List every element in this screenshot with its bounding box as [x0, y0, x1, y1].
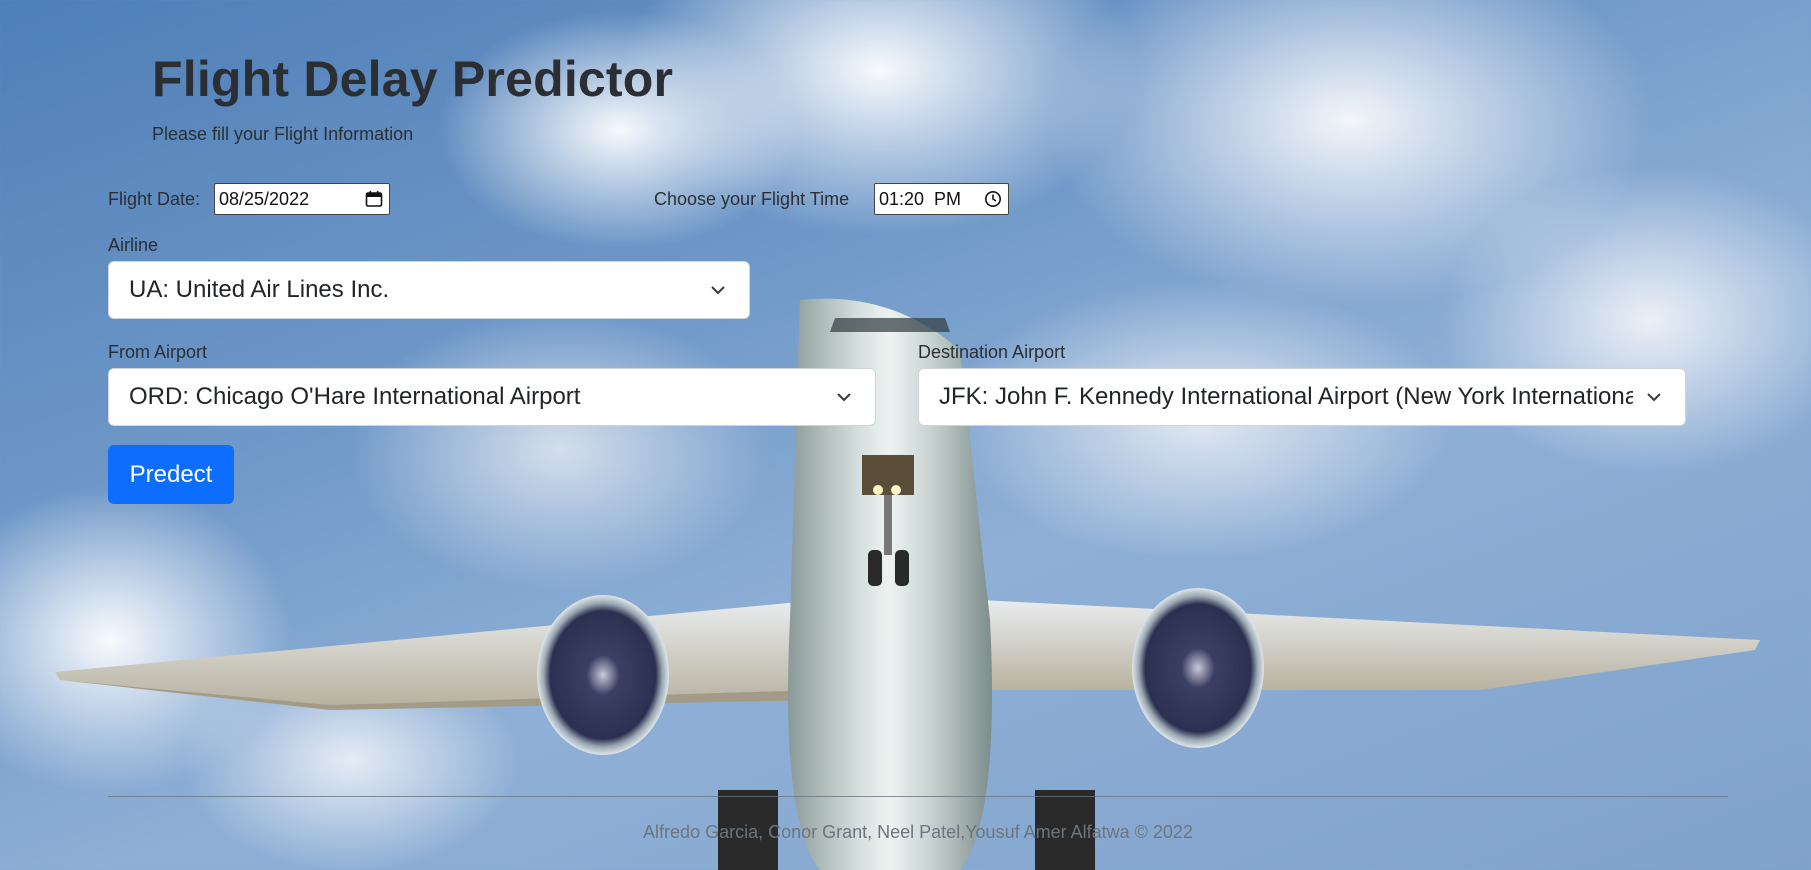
footer-divider	[108, 796, 1728, 797]
flight-date-value: 08/25/2022	[219, 188, 310, 209]
chevron-down-icon	[833, 386, 855, 408]
page-subtitle: Please fill your Flight Information	[152, 124, 414, 144]
airline-label: Airline	[108, 235, 159, 255]
flight-time-value: 01:20 PM	[879, 188, 962, 209]
chevron-down-icon	[1643, 386, 1665, 408]
destination-airport-label: Destination Airport	[918, 342, 1066, 362]
destination-airport-select[interactable]: JFK: John F. Kennedy International Airpo…	[918, 368, 1686, 426]
calendar-icon[interactable]	[363, 188, 385, 210]
from-airport-selected-value: ORD: Chicago O'Hare International Airpor…	[129, 383, 581, 410]
flight-time-label: Choose your Flight Time	[654, 189, 850, 209]
flight-date-label: Flight Date:	[108, 189, 201, 209]
clock-icon[interactable]	[982, 188, 1004, 210]
from-airport-select[interactable]: ORD: Chicago O'Hare International Airpor…	[108, 368, 876, 426]
predict-button[interactable]: Predect	[108, 445, 234, 504]
footer-credits: Alfredo Garcia, Conor Grant, Neel Patel,…	[643, 822, 1193, 842]
destination-airport-selected-value: JFK: John F. Kennedy International Airpo…	[939, 383, 1633, 410]
chevron-down-icon	[707, 279, 729, 301]
airline-selected-value: UA: United Air Lines Inc.	[129, 276, 390, 303]
flight-time-input[interactable]: 01:20 PM	[874, 183, 1009, 215]
from-airport-label: From Airport	[108, 342, 208, 362]
flight-date-input[interactable]: 08/25/2022	[214, 183, 390, 215]
airline-select[interactable]: UA: United Air Lines Inc.	[108, 261, 750, 319]
page-content: Flight Delay Predictor Please fill your …	[0, 0, 1811, 870]
page-title: Flight Delay Predictor	[152, 51, 674, 107]
